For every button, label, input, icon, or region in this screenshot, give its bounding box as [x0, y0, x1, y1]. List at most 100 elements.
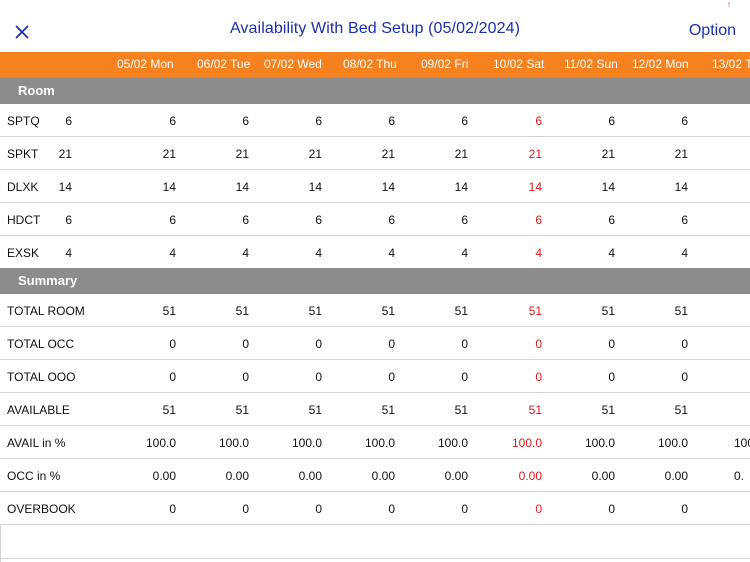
table-cell: 0: [608, 370, 615, 384]
date-header-row: 05/02 Mon 06/02 Tue 07/02 Wed 08/02 Thu 09/0…: [0, 52, 750, 78]
date-column-header: 10/02 Sat: [493, 57, 545, 71]
table-cell: 6: [388, 213, 395, 227]
table-cell: 0: [681, 337, 688, 351]
table-cell: 21: [454, 147, 468, 161]
table-cell: 14: [454, 180, 468, 194]
table-cell: 100.0: [437, 436, 468, 450]
table-cell: 0: [388, 502, 395, 516]
table-row[interactable]: EXSK 4 4 4 4 4 4 4 4 4: [0, 236, 750, 269]
table-cell: 100.0: [364, 436, 395, 450]
table-cell: 6: [242, 114, 249, 128]
row-label: OCC in %: [7, 469, 61, 483]
table-cell: 0.00: [664, 469, 688, 483]
table-cell: 21: [235, 147, 249, 161]
table-row[interactable]: AVAIL in % 100.0 100.0 100.0 100.0 100.0 100.0…: [0, 426, 750, 459]
table-cell: 0.00: [444, 469, 468, 483]
table-cell-clipped: 0.: [734, 469, 745, 483]
table-cell: 14: [162, 180, 176, 194]
table-cell: 6: [608, 114, 615, 128]
table-cell: 0: [242, 337, 249, 351]
table-row[interactable]: SPKT 21 21 21 21 21 21 21 21 21: [0, 137, 750, 170]
table-cell: 100.0: [584, 436, 615, 450]
table-bottom-border: [0, 558, 750, 559]
table-cell: 21: [308, 147, 322, 161]
table-row[interactable]: TOTAL OOO 0 0 0 0 0 0 0 0: [0, 360, 750, 393]
date-column-header: 08/02 Thu: [343, 57, 397, 71]
room-total-count: 4: [65, 246, 72, 260]
table-cell: 0.00: [152, 469, 176, 483]
table-cell: 51: [162, 403, 176, 417]
table-cell: 0: [681, 370, 688, 384]
table-row[interactable]: AVAILABLE 51 51 51 51 51 51 51 51: [0, 393, 750, 426]
table-cell: 14: [381, 180, 395, 194]
room-total-count: 21: [58, 147, 72, 161]
table-cell: 4: [681, 246, 688, 260]
table-cell: 0: [461, 337, 468, 351]
table-cell: 0: [242, 502, 249, 516]
table-cell: 0: [461, 502, 468, 516]
table-cell: 6: [535, 114, 542, 128]
table-cell: 0: [681, 502, 688, 516]
table-cell: 51: [308, 304, 322, 318]
table-row[interactable]: OCC in % 0.00 0.00 0.00 0.00 0.00 0.00 0.00 0.00…: [0, 459, 750, 492]
table-cell: 21: [528, 147, 542, 161]
table-cell: 6: [461, 213, 468, 227]
table-cell: 100.0: [291, 436, 322, 450]
table-cell: 6: [315, 114, 322, 128]
date-column-header: 12/02 Mon: [632, 57, 689, 71]
table-cell: 0.00: [225, 469, 249, 483]
room-total-count: 6: [65, 213, 72, 227]
table-cell: 51: [674, 403, 688, 417]
table-cell: 21: [162, 147, 176, 161]
table-cell: 0: [169, 502, 176, 516]
summary-section-header: Summary: [0, 268, 750, 294]
row-label: OVERBOOK: [7, 502, 76, 516]
table-cell: 0: [169, 370, 176, 384]
table-cell: 6: [535, 213, 542, 227]
table-cell: 14: [308, 180, 322, 194]
section-title: Room: [18, 83, 55, 98]
date-column-header: 06/02 Tue: [197, 57, 251, 71]
room-total-count: 6: [65, 114, 72, 128]
table-row[interactable]: TOTAL ROOM 51 51 51 51 51 51 51 51: [0, 294, 750, 327]
table-cell: 100.0: [657, 436, 688, 450]
table-cell: 0: [608, 502, 615, 516]
table-row[interactable]: TOTAL OCC 0 0 0 0 0 0 0 0: [0, 327, 750, 360]
date-column-header: 07/02 Wed: [264, 57, 322, 71]
row-label: TOTAL ROOM: [7, 304, 85, 318]
table-cell: 0: [242, 370, 249, 384]
table-cell: 6: [169, 114, 176, 128]
table-cell: 100.0: [218, 436, 249, 450]
table-cell: 51: [601, 403, 615, 417]
table-cell: 51: [674, 304, 688, 318]
table-cell: 4: [242, 246, 249, 260]
table-cell: 51: [454, 304, 468, 318]
section-title: Summary: [18, 273, 78, 288]
table-cell: 6: [388, 114, 395, 128]
table-cell: 0.00: [518, 469, 542, 483]
table-cell: 51: [601, 304, 615, 318]
table-cell: 4: [169, 246, 176, 260]
table-row[interactable]: HDCT 6 6 6 6 6 6 6 6 6: [0, 203, 750, 236]
table-row[interactable]: SPTQ 6 6 6 6 6 6 6 6 6: [0, 104, 750, 137]
table-row[interactable]: OVERBOOK 0 0 0 0 0 0 0 0: [0, 492, 750, 525]
table-cell: 21: [381, 147, 395, 161]
table-cell: 51: [235, 403, 249, 417]
table-cell: 0: [461, 370, 468, 384]
table-row[interactable]: DLXK 14 14 14 14 14 14 14 14 14: [0, 170, 750, 203]
table-cell: 100.0: [145, 436, 176, 450]
table-cell: 0: [388, 370, 395, 384]
table-cell: 6: [169, 213, 176, 227]
date-column-header: 09/02 Fri: [421, 57, 469, 71]
table-cell: 0.00: [591, 469, 615, 483]
table-cell: 14: [674, 180, 688, 194]
option-button[interactable]: Option: [689, 22, 736, 40]
table-cell: 0: [608, 337, 615, 351]
table-cell: 0: [315, 370, 322, 384]
row-label: TOTAL OCC: [7, 337, 75, 351]
table-cell: 4: [461, 246, 468, 260]
table-cell: 6: [242, 213, 249, 227]
row-label: SPKT: [7, 147, 39, 161]
room-section-header: Room: [0, 78, 750, 104]
table-cell: 6: [608, 213, 615, 227]
